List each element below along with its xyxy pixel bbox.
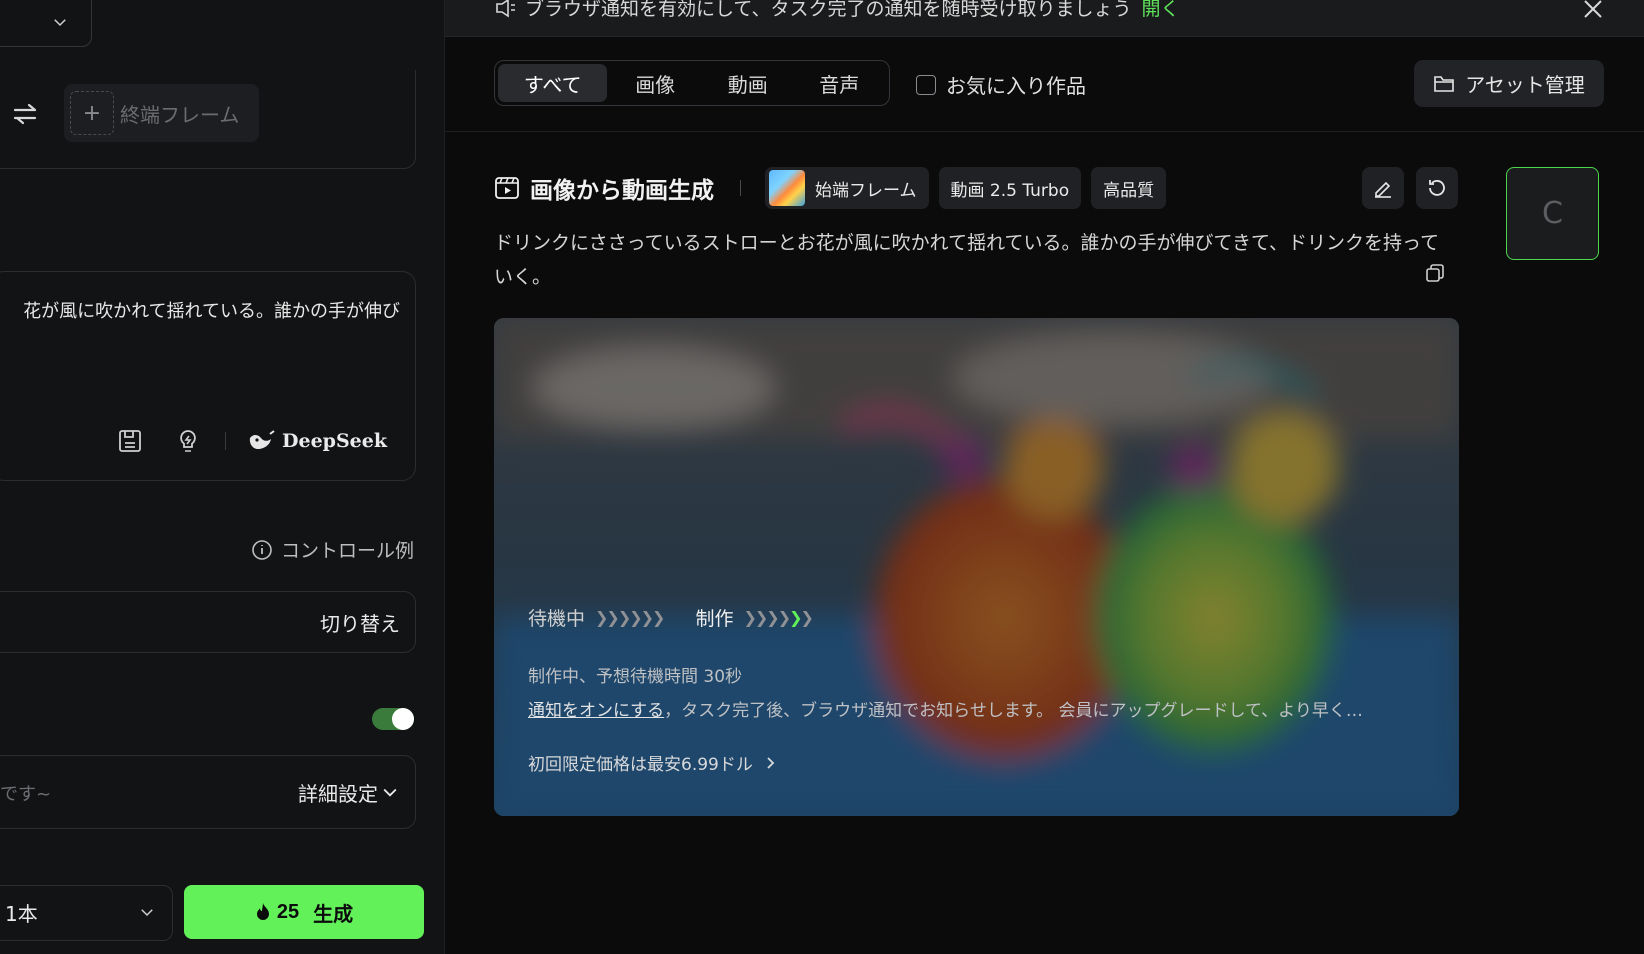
- chip-start-frame[interactable]: 始端フレーム: [765, 167, 929, 209]
- detail-placeholder: です~: [0, 784, 52, 805]
- divider: [445, 131, 1644, 132]
- notify-text: ，タスク完了後、ブラウザ通知でお知らせします。 会員にアップグレードして、より早…: [664, 701, 1363, 721]
- model-select[interactable]: [0, 0, 92, 47]
- toggle-knob: [392, 708, 414, 730]
- lightbulb-icon[interactable]: [173, 426, 203, 456]
- preview-overlay: [494, 318, 1459, 816]
- tab-audio[interactable]: 音声: [792, 64, 886, 102]
- banner-open-link[interactable]: 開く: [1141, 0, 1179, 20]
- close-icon[interactable]: [1582, 0, 1604, 20]
- progress-arrows: ❯❯❯❯❯❯: [595, 608, 665, 627]
- task-title: 画像から動画生成: [530, 178, 714, 204]
- control-example-link[interactable]: コントロール例: [251, 536, 414, 563]
- prompt-text-content: 花が風に吹かれて揺れている。誰かの手が伸び: [23, 301, 400, 322]
- toggle-switch[interactable]: [372, 708, 414, 730]
- divider: [740, 180, 741, 196]
- control-example-label: コントロール例: [280, 540, 414, 562]
- video-preview[interactable]: 待機中 ❯❯❯❯❯❯ 制作 ❯❯❯❯❯❯ 制作中、予想待機時間 30秒 通知をオ…: [494, 318, 1459, 816]
- tab-video[interactable]: 動画: [703, 64, 793, 102]
- banner-message: ブラウザ通知を有効にして、タスク完了の通知を随時受け取りましょう 開く: [525, 0, 1180, 21]
- prompt-tools: DeepSeek: [115, 426, 387, 456]
- type-tabs: すべて 画像 動画 音声: [494, 60, 890, 106]
- retry-button[interactable]: [1416, 167, 1458, 209]
- flame-icon: [256, 903, 269, 920]
- side-thumbnail-card[interactable]: C: [1506, 167, 1599, 260]
- generate-button[interactable]: 25 生成: [184, 885, 424, 939]
- promo-text: 初回限定価格は最安6.99ドル: [528, 755, 753, 775]
- edit-button[interactable]: [1362, 167, 1404, 209]
- divider: [225, 432, 226, 450]
- detail-settings-button[interactable]: 詳細設定: [298, 778, 378, 807]
- favorites-label: お気に入り作品: [946, 74, 1086, 98]
- progress-status: 待機中 ❯❯❯❯❯❯ 制作 ❯❯❯❯❯❯: [528, 604, 814, 631]
- progress-arrows-active: ❯❯❯❯❯❯: [743, 608, 813, 627]
- info-icon: [252, 539, 272, 560]
- folder-icon: [1434, 75, 1454, 92]
- copy-icon[interactable]: [1424, 262, 1446, 284]
- generate-label: 生成: [313, 903, 354, 926]
- chevron-down-icon: [383, 788, 397, 797]
- asset-manage-button[interactable]: アセット管理: [1414, 60, 1604, 107]
- tab-all[interactable]: すべて: [498, 64, 608, 102]
- end-frame-button[interactable]: + 終端フレーム: [64, 84, 259, 142]
- end-frame-label: 終端フレーム: [120, 102, 240, 127]
- notification-banner: ブラウザ通知を有効にして、タスク完了の通知を随時受け取りましょう 開く: [445, 0, 1644, 37]
- deepseek-label: DeepSeek: [282, 430, 388, 452]
- loading-spinner-icon: C: [1542, 196, 1563, 231]
- task-description: ドリンクにささっているストローとお花が風に吹かれて揺れている。誰かの手が伸びてき…: [494, 232, 1440, 288]
- chevron-down-icon: [54, 19, 66, 27]
- chip-model: 動画 2.5 Turbo: [938, 167, 1082, 209]
- tab-image[interactable]: 画像: [607, 64, 703, 102]
- count-value: 1本: [5, 902, 38, 926]
- plus-icon: +: [70, 91, 114, 135]
- switch-button[interactable]: 切り替え: [320, 608, 400, 637]
- asset-manage-label: アセット管理: [1465, 73, 1585, 97]
- promo-link[interactable]: 初回限定価格は最安6.99ドル: [528, 750, 777, 775]
- start-frame-thumbnail: [769, 170, 805, 206]
- generate-cost: 25: [276, 900, 300, 923]
- chevron-right-icon: [767, 756, 775, 769]
- prompt-text[interactable]: 花が風に吹かれて揺れている。誰かの手が伸び: [0, 297, 400, 323]
- status-making: 制作: [695, 608, 734, 630]
- chip-start-frame-label: 始端フレーム: [815, 180, 917, 201]
- save-icon[interactable]: [115, 426, 145, 456]
- notify-info: 通知をオンにする，タスク完了後、ブラウザ通知でお知らせします。 会員にアップグレ…: [528, 696, 1428, 721]
- video-icon: [495, 177, 519, 199]
- status-waiting: 待機中: [528, 608, 586, 630]
- checkbox[interactable]: [916, 74, 936, 95]
- left-panel: + 終端フレーム 花が風に吹かれて揺れている。誰かの手が伸び DeepSeek …: [0, 0, 445, 954]
- notify-enable-link[interactable]: 通知をオンにする: [528, 701, 664, 721]
- favorites-checkbox[interactable]: お気に入り作品: [916, 70, 1086, 99]
- task-header: 画像から動画生成 始端フレーム 動画 2.5 Turbo 高品質: [494, 167, 1176, 209]
- progress-info: 制作中、予想待機時間 30秒: [528, 667, 743, 687]
- pencil-icon: [1375, 181, 1391, 198]
- speaker-icon: [496, 0, 515, 18]
- refresh-icon: [1429, 180, 1445, 196]
- deepseek-brand[interactable]: DeepSeek: [248, 430, 387, 452]
- swap-icon[interactable]: [12, 100, 40, 128]
- chevron-down-icon: [141, 909, 153, 917]
- whale-icon: [249, 430, 275, 449]
- banner-text: ブラウザ通知を有効にして、タスク完了の通知を随時受け取りましょう: [525, 0, 1132, 20]
- chip-quality: 高品質: [1091, 167, 1167, 209]
